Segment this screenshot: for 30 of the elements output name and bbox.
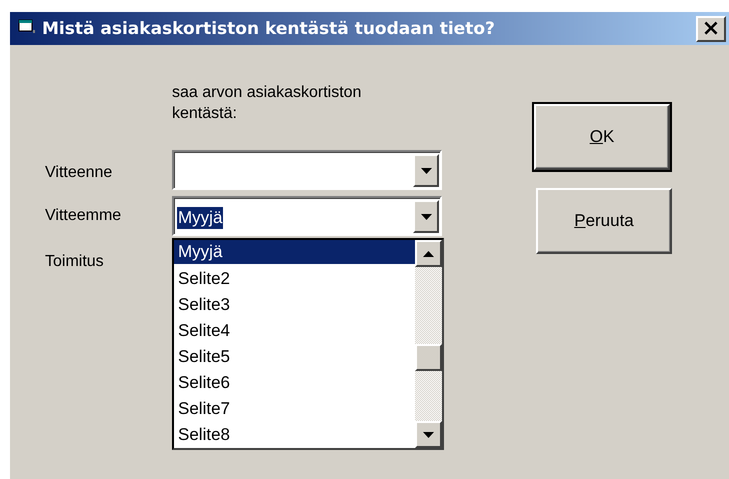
close-button[interactable]: × <box>696 16 726 42</box>
scrollbar[interactable] <box>415 240 442 448</box>
list-item[interactable]: Selite5 <box>174 344 415 370</box>
dropdown-field[interactable]: Myyjä <box>172 196 442 236</box>
dialog-button[interactable]: OK <box>534 104 670 170</box>
scroll-thumb[interactable] <box>415 344 442 371</box>
window-icon <box>18 18 36 34</box>
dropdown-field[interactable] <box>172 150 442 190</box>
list-item[interactable]: Selite8 <box>174 422 415 448</box>
list-item[interactable]: Selite7 <box>174 396 415 422</box>
dialog-button[interactable]: Peruuta <box>536 188 672 254</box>
list-item[interactable]: Selite6 <box>174 370 415 396</box>
list-item[interactable]: Myyjä <box>174 240 415 264</box>
field-value: Myyjä <box>177 206 224 228</box>
scroll-down-button[interactable] <box>415 421 442 448</box>
scroll-up-button[interactable] <box>415 240 442 267</box>
down-arrow-icon <box>420 214 432 220</box>
list-item[interactable]: Selite2 <box>174 266 415 292</box>
window-title: Mistä asiakaskortiston kentästä tuodaan tieto? <box>42 18 496 38</box>
down-arrow-icon <box>420 168 432 174</box>
list-item[interactable]: Selite4 <box>174 318 415 344</box>
dropdown-button[interactable] <box>413 200 439 233</box>
caption-text: saa arvon asiakaskortiston kentästä: <box>172 83 362 124</box>
list-item[interactable]: Selite3 <box>174 292 415 318</box>
field-label: Vitteenne <box>45 164 114 182</box>
down-arrow-icon <box>423 432 434 438</box>
dropdown-button[interactable] <box>413 154 439 187</box>
up-arrow-icon <box>423 250 434 256</box>
field-label: Toimitus <box>45 253 105 271</box>
field-label: Vitteemme <box>45 207 122 225</box>
